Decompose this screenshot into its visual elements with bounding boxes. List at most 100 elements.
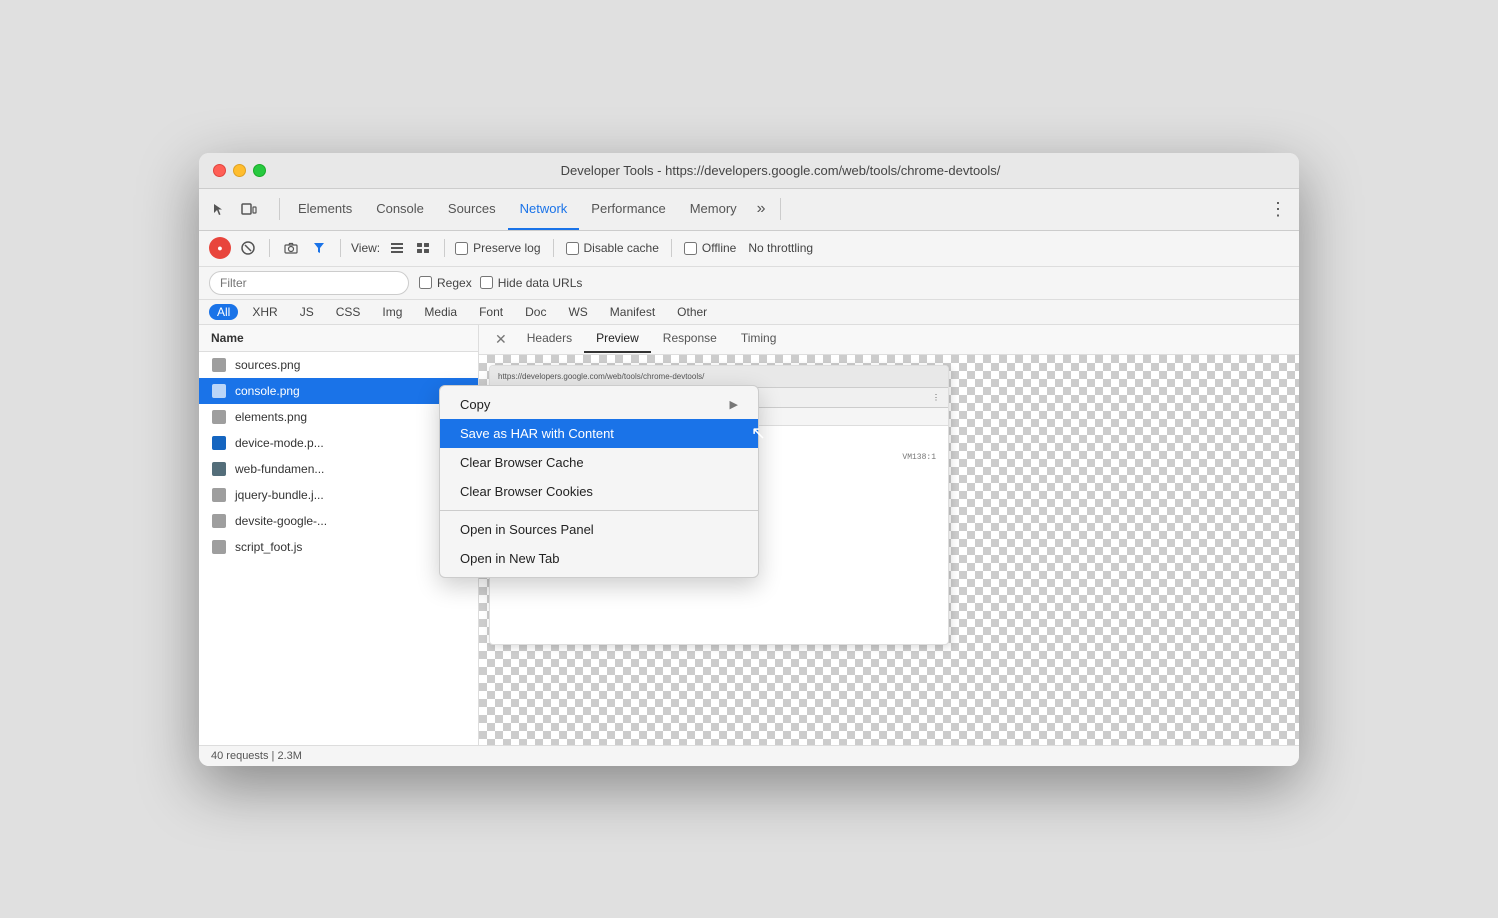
title-bar: Developer Tools - https://developers.goo… — [199, 153, 1299, 189]
context-menu-item-1[interactable]: Save as HAR with Content↖ — [440, 419, 758, 448]
offline-checkbox[interactable] — [684, 242, 697, 255]
type-filter-row: All XHR JS CSS Img Media Font Doc WS Manifest Othe… — [199, 300, 1299, 325]
file-list: sources.png console.png elements.png device… — [199, 352, 478, 560]
preview-tab-preview[interactable]: Preview — [584, 325, 651, 353]
submenu-arrow-icon: ▶ — [730, 398, 738, 411]
minimize-button[interactable] — [233, 164, 246, 177]
camera-button[interactable] — [280, 237, 302, 259]
offline-label[interactable]: Offline — [684, 241, 736, 255]
type-filter-ws[interactable]: WS — [560, 304, 595, 320]
type-filter-manifest[interactable]: Manifest — [602, 304, 663, 320]
context-menu-item-4[interactable]: Open in Sources Panel — [440, 515, 758, 544]
context-menu-item-label: Save as HAR with Content — [460, 426, 614, 441]
tab-network[interactable]: Network — [508, 188, 580, 230]
type-filter-img[interactable]: Img — [374, 304, 410, 320]
context-menu: Copy▶Save as HAR with Content↖ Clear Brow… — [439, 385, 759, 578]
record-button[interactable]: ● — [209, 237, 231, 259]
type-filter-doc[interactable]: Doc — [517, 304, 554, 320]
file-name: elements.png — [235, 410, 307, 424]
traffic-lights — [213, 164, 266, 177]
context-menu-item-2[interactable]: Clear Browser Cache — [440, 448, 758, 477]
context-menu-item-5[interactable]: Open in New Tab — [440, 544, 758, 573]
type-filter-css[interactable]: CSS — [328, 304, 369, 320]
filter-chips: Regex Hide data URLs — [419, 276, 582, 290]
close-button[interactable] — [213, 164, 226, 177]
file-item[interactable]: web-fundamen... — [199, 456, 478, 482]
tab-performance[interactable]: Performance — [579, 188, 677, 230]
device-mode-icon[interactable] — [237, 197, 261, 221]
more-options-icon[interactable]: ⋮ — [1265, 199, 1291, 220]
preview-tab-response[interactable]: Response — [651, 325, 729, 353]
context-menu-item-3[interactable]: Clear Browser Cookies — [440, 477, 758, 506]
toolbar-sep-2 — [671, 239, 672, 257]
tab-overflow-icon[interactable]: » — [749, 200, 774, 218]
fullscreen-button[interactable] — [253, 164, 266, 177]
type-filter-other[interactable]: Other — [669, 304, 715, 320]
file-item[interactable]: script_foot.js — [199, 534, 478, 560]
file-item[interactable]: devsite-google-... — [199, 508, 478, 534]
file-name: script_foot.js — [235, 540, 302, 554]
file-name: jquery-bundle.j... — [235, 488, 324, 502]
throttle-label[interactable]: No throttling — [748, 241, 813, 255]
context-menu-item-0[interactable]: Copy▶ — [440, 390, 758, 419]
filter-input[interactable] — [209, 271, 409, 295]
disable-cache-checkbox[interactable] — [566, 242, 579, 255]
cursor-icon[interactable] — [207, 197, 231, 221]
context-menu-item-label: Open in New Tab — [460, 551, 560, 566]
type-filter-js[interactable]: JS — [292, 304, 322, 320]
file-item[interactable]: console.png — [199, 378, 478, 404]
context-menu-item-label: Open in Sources Panel — [460, 522, 594, 537]
preview-url: https://developers.google.com/web/tools/… — [498, 372, 704, 381]
tab-console[interactable]: Console — [364, 188, 436, 230]
toolbar-divider-2 — [340, 239, 341, 257]
status-bar: 40 requests | 2.3M — [199, 745, 1299, 766]
context-menu-item-label: Clear Browser Cache — [460, 455, 584, 470]
preserve-log-checkbox[interactable] — [455, 242, 468, 255]
type-filter-font[interactable]: Font — [471, 304, 511, 320]
devtools-tabs-bar: Elements Console Sources Network Perform… — [199, 189, 1299, 231]
hide-data-urls-label[interactable]: Hide data URLs — [480, 276, 583, 290]
toolbar-divider-3 — [444, 239, 445, 257]
compact-view-icon[interactable] — [412, 237, 434, 259]
type-filter-all[interactable]: All — [209, 304, 238, 320]
file-name: sources.png — [235, 358, 300, 372]
file-item[interactable]: sources.png — [199, 352, 478, 378]
file-list-panel: Name sources.pngconsole.pngelements.pngd… — [199, 325, 479, 745]
view-toggle — [386, 237, 434, 259]
regex-label[interactable]: Regex — [419, 276, 472, 290]
network-toolbar: ● View: Preserve log Disable — [199, 231, 1299, 267]
regex-checkbox[interactable] — [419, 276, 432, 289]
hide-data-urls-checkbox[interactable] — [480, 276, 493, 289]
file-type-icon — [211, 383, 227, 399]
file-item[interactable]: elements.png — [199, 404, 478, 430]
clear-button[interactable] — [237, 237, 259, 259]
context-menu-separator — [440, 510, 758, 511]
filter-row: Regex Hide data URLs — [199, 267, 1299, 300]
disable-cache-label[interactable]: Disable cache — [566, 241, 659, 255]
list-view-icon[interactable] — [386, 237, 408, 259]
preview-tabs-bar: ✕ Headers Preview Response Timing — [479, 325, 1299, 355]
file-item[interactable]: jquery-bundle.j... — [199, 482, 478, 508]
preview-tab-timing[interactable]: Timing — [729, 325, 789, 353]
file-type-icon — [211, 409, 227, 425]
type-filter-xhr[interactable]: XHR — [244, 304, 285, 320]
file-type-icon — [211, 357, 227, 373]
status-text: 40 requests | 2.3M — [211, 750, 302, 762]
tab-sources[interactable]: Sources — [436, 188, 508, 230]
file-name: device-mode.p... — [235, 436, 324, 450]
preview-close-button[interactable]: ✕ — [487, 325, 515, 354]
type-filter-media[interactable]: Media — [416, 304, 465, 320]
preview-tab-headers[interactable]: Headers — [515, 325, 584, 353]
file-type-icon — [211, 539, 227, 555]
window-title: Developer Tools - https://developers.goo… — [276, 163, 1285, 178]
file-name: web-fundamen... — [235, 462, 324, 476]
devtools-window: Developer Tools - https://developers.goo… — [199, 153, 1299, 766]
filter-button[interactable] — [308, 237, 330, 259]
main-content: Name sources.pngconsole.pngelements.pngd… — [199, 325, 1299, 745]
tab-divider — [279, 198, 280, 220]
tab-elements[interactable]: Elements — [286, 188, 364, 230]
context-menu-item-label: Clear Browser Cookies — [460, 484, 593, 499]
file-item[interactable]: device-mode.p... — [199, 430, 478, 456]
preserve-log-label[interactable]: Preserve log — [455, 241, 540, 255]
tab-memory[interactable]: Memory — [678, 188, 749, 230]
